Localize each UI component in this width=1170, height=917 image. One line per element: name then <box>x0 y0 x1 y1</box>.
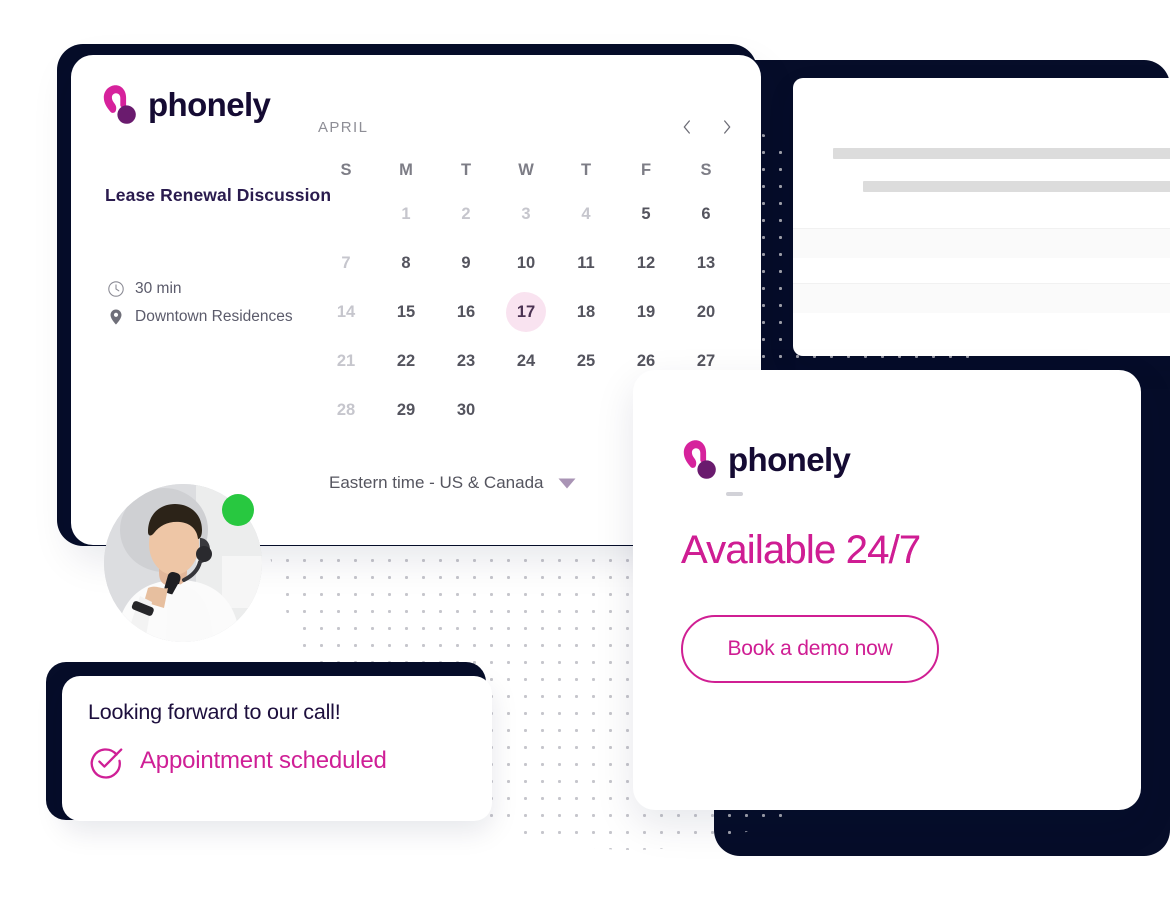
calendar-day: 14 <box>336 303 356 321</box>
background-skeleton-card <box>793 78 1170 356</box>
calendar-day: 2 <box>461 205 471 223</box>
skeleton-row <box>793 283 1170 313</box>
calendar-day[interactable]: 11 <box>556 243 616 283</box>
promo-graphic: phonely Lease Renewal Discussion 30 min … <box>0 0 1170 917</box>
calendar-day[interactable]: 29 <box>376 390 436 430</box>
event-location: Downtown Residences <box>107 308 293 326</box>
calendar-month-label: APRIL <box>318 118 369 136</box>
calendar-weekday-1: M <box>399 161 413 179</box>
calendar-day[interactable]: 16 <box>436 292 496 332</box>
brand-name: phonely <box>148 86 271 123</box>
calendar-day[interactable]: 30 <box>436 390 496 430</box>
appointment-status-label: Appointment scheduled <box>140 747 387 774</box>
calendar-day-empty <box>556 390 616 430</box>
calendar-day-empty <box>496 390 556 430</box>
calendar-day[interactable]: 20 <box>676 292 736 332</box>
logo-underline-dash <box>726 492 743 496</box>
calendar-day-empty <box>316 194 376 234</box>
brand-logo-cta: phonely <box>681 438 851 482</box>
calendar-day: 4 <box>581 205 591 223</box>
phonely-handset-logo-icon <box>683 440 716 479</box>
event-location-label: Downtown Residences <box>135 308 293 325</box>
calendar-day[interactable]: 18 <box>556 292 616 332</box>
calendar-day[interactable]: 17 <box>496 292 556 332</box>
brand-logo: phonely <box>101 83 271 127</box>
cta-headline: Available 24/7 <box>681 528 921 572</box>
book-demo-button[interactable]: Book a demo now <box>681 615 939 683</box>
phonely-handset-logo-icon <box>103 85 136 124</box>
skeleton-row <box>793 228 1170 258</box>
calendar-day[interactable]: 15 <box>376 292 436 332</box>
calendar-header: APRIL <box>316 113 736 141</box>
event-title: Lease Renewal Discussion <box>105 185 332 205</box>
skeleton-bar <box>833 148 1170 159</box>
calendar-day[interactable]: 25 <box>556 341 616 381</box>
calendar-day: 28 <box>336 401 356 419</box>
agent-avatar <box>104 484 262 642</box>
chevron-right-icon[interactable] <box>720 118 734 136</box>
calendar-day[interactable]: 23 <box>436 341 496 381</box>
calendar-day: 21 <box>336 352 356 370</box>
note-message: Looking forward to our call! <box>88 700 341 724</box>
caret-down-icon[interactable] <box>557 477 577 490</box>
calendar-weekday-2: T <box>460 161 472 179</box>
map-pin-icon <box>110 309 122 325</box>
calendar-day: 1 <box>401 205 411 223</box>
timezone-selector[interactable]: Eastern time - US & Canada <box>329 473 577 493</box>
check-circle-icon <box>90 748 123 779</box>
cta-card: phonely Available 24/7 Book a demo now <box>633 370 1141 810</box>
calendar-day: 7 <box>341 254 351 272</box>
calendar-weekday-0: S <box>340 161 352 179</box>
calendar-day[interactable]: 8 <box>376 243 436 283</box>
calendar-day[interactable]: 19 <box>616 292 676 332</box>
calendar-day[interactable]: 10 <box>496 243 556 283</box>
online-status-dot <box>222 494 254 526</box>
calendar-day[interactable]: 5 <box>616 194 676 234</box>
chevron-left-icon[interactable] <box>680 118 694 136</box>
calendar-day[interactable]: 24 <box>496 341 556 381</box>
calendar-weekday-6: S <box>700 161 712 179</box>
timezone-label: Eastern time - US & Canada <box>329 473 544 492</box>
brand-name: phonely <box>728 441 851 478</box>
calendar-weekday-5: F <box>640 161 652 179</box>
calendar-day[interactable]: 22 <box>376 341 436 381</box>
calendar-weekday-4: T <box>580 161 592 179</box>
calendar-day[interactable]: 12 <box>616 243 676 283</box>
clock-icon <box>108 281 124 297</box>
calendar-weekday-3: W <box>518 161 534 179</box>
calendar-day[interactable]: 9 <box>436 243 496 283</box>
calendar-day: 3 <box>521 205 531 223</box>
calendar-day[interactable]: 13 <box>676 243 736 283</box>
calendar-day[interactable]: 6 <box>676 194 736 234</box>
skeleton-bar <box>863 181 1170 192</box>
event-duration: 30 min <box>107 280 182 298</box>
event-duration-label: 30 min <box>135 280 182 297</box>
appointment-note-card: Looking forward to our call! Appointment… <box>62 676 492 821</box>
